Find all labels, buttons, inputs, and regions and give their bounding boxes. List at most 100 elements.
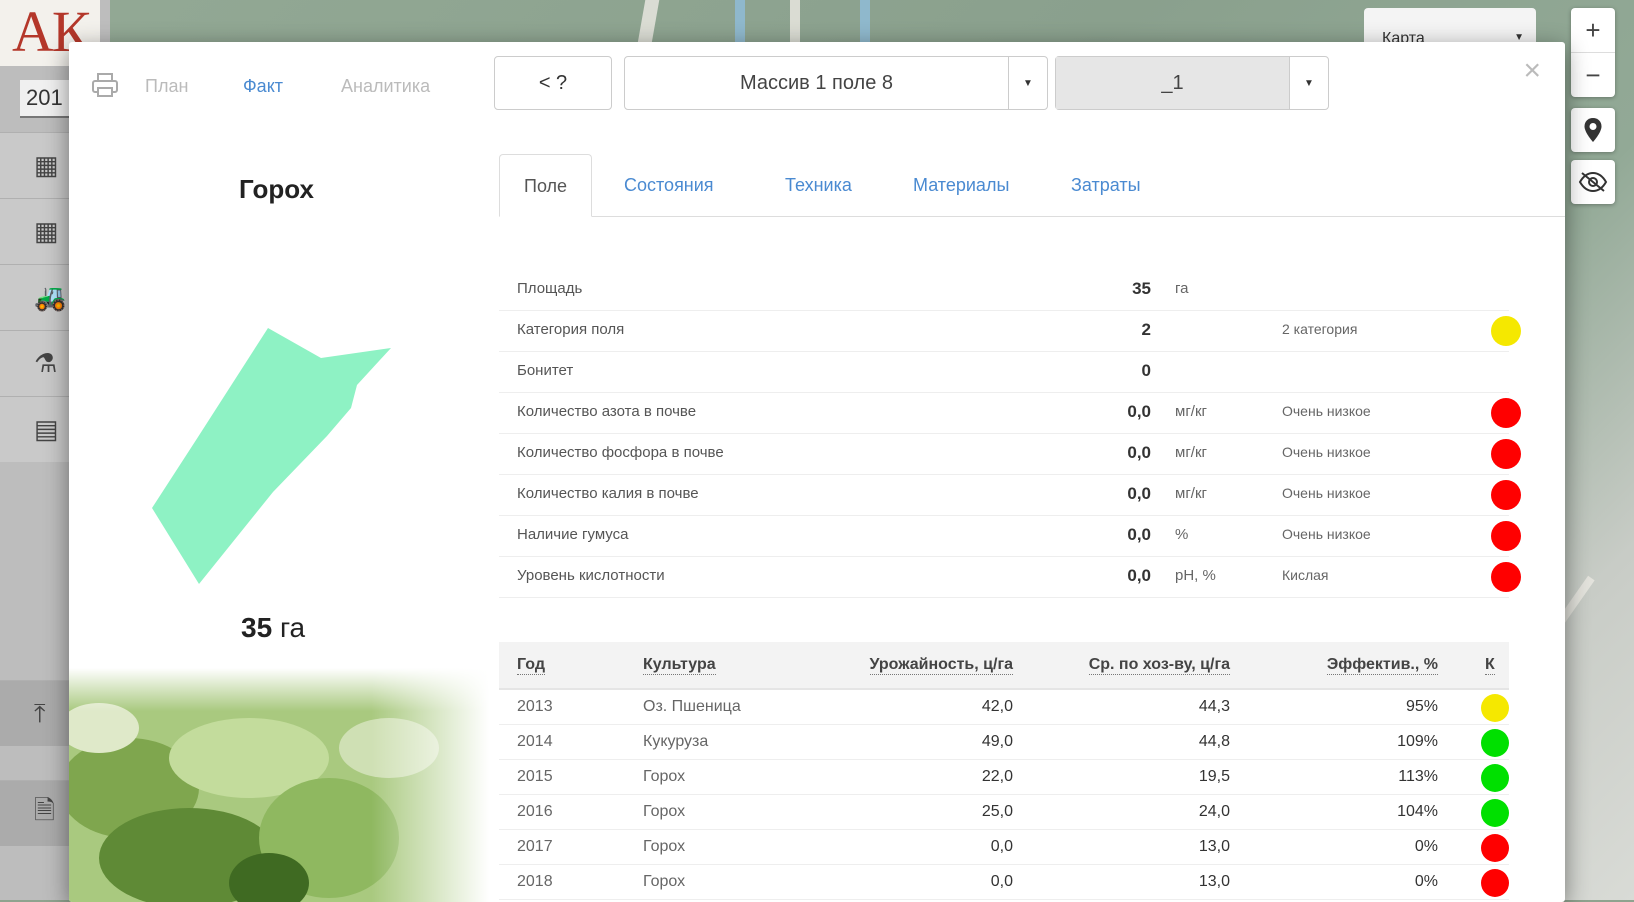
cell-year: 2016 — [517, 803, 553, 820]
property-value: 0,0 — [1127, 484, 1151, 503]
cell-yield: 42,0 — [981, 698, 1013, 715]
location-pin-icon — [1584, 118, 1602, 142]
property-unit: мг/кг — [1175, 485, 1207, 502]
tab-plan[interactable]: План — [145, 76, 188, 97]
tab-machinery[interactable]: Техника — [785, 154, 852, 216]
tab-materials[interactable]: Материалы — [913, 154, 1009, 216]
property-description: Очень низкое — [1282, 526, 1371, 542]
property-label: Уровень кислотности — [517, 567, 665, 584]
col-yield-header[interactable]: Урожайность, ц/га — [869, 656, 1013, 675]
zoom-in-button[interactable]: + — [1571, 8, 1615, 52]
table-row: 2017 Горох 0,0 13,0 0% — [499, 830, 1509, 865]
status-indicator — [1491, 316, 1521, 346]
cell-crop: Горох — [643, 768, 686, 785]
cell-efficiency: 0% — [1414, 838, 1438, 855]
chevron-down-icon[interactable]: ▼ — [1008, 57, 1047, 109]
document-icon: 🗎 — [34, 794, 55, 825]
locate-button[interactable] — [1571, 108, 1615, 152]
status-indicator — [1491, 398, 1521, 428]
field-info-modal: План Факт Аналитика < ? Массив 1 поле 8 … — [69, 42, 1565, 902]
field-select-value: Массив 1 поле 8 — [739, 71, 894, 94]
status-indicator — [1481, 799, 1509, 827]
property-row: Бонитет 0 — [499, 352, 1509, 393]
tab-states[interactable]: Состояния — [624, 154, 714, 216]
status-indicator — [1491, 562, 1521, 592]
col-eff-header[interactable]: Эффектив., % — [1326, 656, 1438, 675]
tab-analytics[interactable]: Аналитика — [341, 76, 430, 97]
col-k-header[interactable]: К — [1485, 656, 1495, 675]
property-value: 0,0 — [1127, 525, 1151, 544]
section-tabs: Поле Состояния Техника Материалы Затраты — [499, 154, 1565, 217]
status-indicator — [1481, 694, 1509, 722]
cell-crop: Горох — [643, 803, 686, 820]
map-layer-icon: ▦ — [34, 150, 59, 180]
property-row: Количество азота в почве 0,0 мг/кг Очень ни… — [499, 393, 1521, 434]
cell-crop: Оз. Пшеница — [643, 698, 741, 715]
cell-avg: 13,0 — [1198, 838, 1230, 855]
property-description: Очень низкое — [1282, 403, 1371, 419]
print-icon[interactable] — [91, 72, 119, 98]
chevron-down-icon[interactable]: ▼ — [1289, 57, 1328, 109]
property-value: 35 — [1132, 279, 1151, 298]
cell-crop: Горох — [643, 873, 686, 890]
col-crop-header[interactable]: Культура — [643, 656, 716, 675]
cell-yield: 0,0 — [990, 873, 1013, 890]
cell-year: 2018 — [517, 873, 553, 890]
field-properties-table: Площадь 35 га Категория поля 2 2 категория Бон… — [499, 270, 1521, 598]
property-label: Бонитет — [517, 362, 574, 379]
property-label: Количество фосфора в почве — [517, 444, 724, 461]
cell-avg: 44,8 — [1198, 733, 1230, 750]
property-label: Площадь — [517, 280, 583, 297]
close-button[interactable]: × — [1523, 54, 1541, 88]
property-unit: % — [1175, 526, 1189, 543]
property-label: Категория поля — [517, 321, 625, 338]
col-avg-header[interactable]: Ср. по хоз-ву, ц/га — [1088, 656, 1230, 675]
status-indicator — [1481, 869, 1509, 897]
cell-efficiency: 0% — [1414, 873, 1438, 890]
status-indicator — [1481, 764, 1509, 792]
upload-icon: ⤒ — [34, 697, 46, 728]
cell-avg: 44,3 — [1198, 698, 1230, 715]
fertilizer-icon: ⚗ — [34, 348, 58, 378]
property-unit: мг/кг — [1175, 444, 1207, 461]
field-shape — [152, 328, 391, 584]
visibility-toggle-button[interactable] — [1571, 160, 1615, 204]
yield-history-table: Год Культура Урожайность, ц/га Ср. по хо… — [499, 642, 1509, 900]
culture-title: Горох — [239, 174, 314, 204]
variant-select[interactable]: _1 ▼ — [1055, 56, 1329, 110]
zoom-in-icon: + — [1585, 15, 1601, 45]
field-select[interactable]: Массив 1 поле 8 ▼ — [624, 56, 1048, 110]
variant-select-value: _1 — [1056, 57, 1289, 109]
tab-costs[interactable]: Затраты — [1071, 154, 1141, 216]
eye-off-icon — [1578, 171, 1608, 193]
property-unit: мг/кг — [1175, 403, 1207, 420]
back-button[interactable]: < ? — [494, 56, 612, 110]
cell-year: 2013 — [517, 698, 553, 715]
table-row: 2014 Кукуруза 49,0 44,8 109% — [499, 725, 1509, 760]
table-row: 2013 Оз. Пшеница 42,0 44,3 95% — [499, 690, 1509, 725]
status-indicator — [1491, 521, 1521, 551]
map-layer-icon: ▦ — [34, 216, 59, 246]
cell-yield: 0,0 — [990, 838, 1013, 855]
cell-avg: 19,5 — [1198, 768, 1230, 785]
property-row: Категория поля 2 2 категория — [499, 311, 1521, 352]
cell-avg: 24,0 — [1198, 803, 1230, 820]
field-area: 35 га — [241, 612, 305, 644]
property-row: Площадь 35 га — [499, 270, 1509, 311]
property-description: Очень низкое — [1282, 485, 1371, 501]
property-label: Наличие гумуса — [517, 526, 629, 543]
field-area-value: 35 — [241, 612, 273, 643]
zoom-out-button[interactable]: − — [1571, 52, 1615, 97]
zoom-control: + − — [1571, 8, 1615, 97]
cell-efficiency: 95% — [1405, 698, 1438, 715]
col-year-header[interactable]: Год — [517, 656, 545, 675]
tab-fact[interactable]: Факт — [243, 76, 283, 97]
cell-crop: Кукуруза — [643, 733, 709, 750]
property-row: Наличие гумуса 0,0% Очень низкое — [499, 516, 1521, 557]
tab-field[interactable]: Поле — [499, 154, 593, 217]
crop-photo — [69, 668, 489, 902]
calculator-icon: ▤ — [34, 414, 59, 444]
property-unit: га — [1175, 280, 1189, 297]
cell-year: 2015 — [517, 768, 553, 785]
zoom-out-icon: − — [1585, 60, 1601, 90]
